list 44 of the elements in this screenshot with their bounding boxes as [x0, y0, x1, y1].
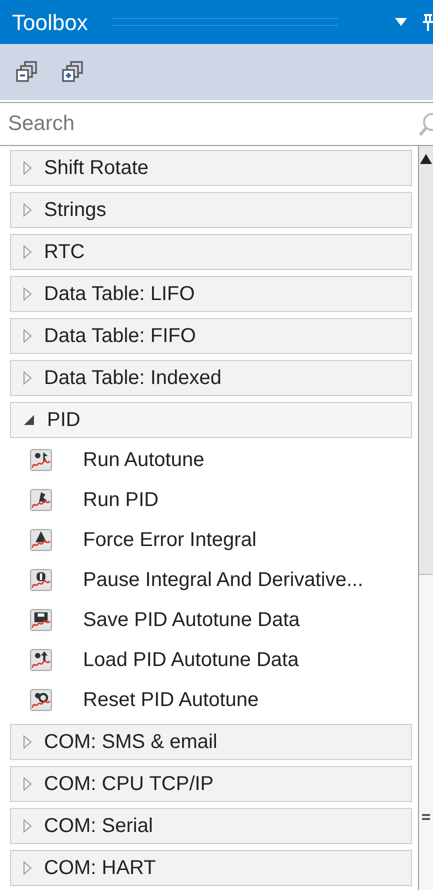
pid-tool-icon: [30, 609, 52, 631]
category-header[interactable]: Data Table: Indexed: [10, 360, 412, 396]
collapsed-icon: [23, 777, 32, 791]
tool-item[interactable]: Run PID: [10, 480, 412, 520]
tool-item[interactable]: Pause Integral And Derivative...: [10, 560, 412, 600]
tool-item[interactable]: Reset PID Autotune: [10, 680, 412, 720]
category-header[interactable]: PID: [10, 402, 412, 438]
collapsed-icon: [23, 371, 32, 385]
scrollbar[interactable]: [419, 146, 433, 890]
category-header[interactable]: COM: HART: [10, 850, 412, 886]
collapsed-icon: [23, 861, 32, 875]
scroll-thumb[interactable]: [419, 574, 433, 890]
pid-tool-icon: [30, 689, 52, 711]
pid-tool-icon: [30, 489, 52, 511]
collapsed-icon: [23, 735, 32, 749]
category-header[interactable]: Shift Rotate: [10, 150, 412, 186]
category-header[interactable]: Data Table: FIFO: [10, 318, 412, 354]
category-header[interactable]: COM: CPU TCP/IP: [10, 766, 412, 802]
collapsed-icon: [23, 287, 32, 301]
pid-tool-icon: [30, 569, 52, 591]
pid-tool-icon: [30, 449, 52, 471]
expanded-icon: [23, 414, 35, 426]
collapsed-icon: [23, 329, 32, 343]
tool-item[interactable]: Save PID Autotune Data: [10, 600, 412, 640]
category-header[interactable]: COM: Serial: [10, 808, 412, 844]
dropdown-icon[interactable]: [395, 18, 407, 26]
window-title: Toolbox: [12, 8, 88, 36]
scroll-up-icon[interactable]: [420, 154, 432, 164]
category-header[interactable]: RTC: [10, 234, 412, 270]
expand-all-icon[interactable]: [62, 61, 84, 83]
collapse-all-icon[interactable]: [16, 61, 38, 83]
collapsed-icon: [23, 819, 32, 833]
pin-icon[interactable]: [423, 13, 433, 31]
collapsed-icon: [23, 161, 32, 175]
tool-item[interactable]: Force Error Integral: [10, 520, 412, 560]
collapsed-icon: [23, 245, 32, 259]
category-header[interactable]: Strings: [10, 192, 412, 228]
pid-tool-icon: [30, 529, 52, 551]
category-header[interactable]: COM: SMS & email: [10, 724, 412, 760]
category-header[interactable]: Data Table: LIFO: [10, 276, 412, 312]
pid-tool-icon: [30, 649, 52, 671]
tool-item[interactable]: Run Autotune: [10, 440, 412, 480]
tool-item[interactable]: Load PID Autotune Data: [10, 640, 412, 680]
collapsed-icon: [23, 203, 32, 217]
